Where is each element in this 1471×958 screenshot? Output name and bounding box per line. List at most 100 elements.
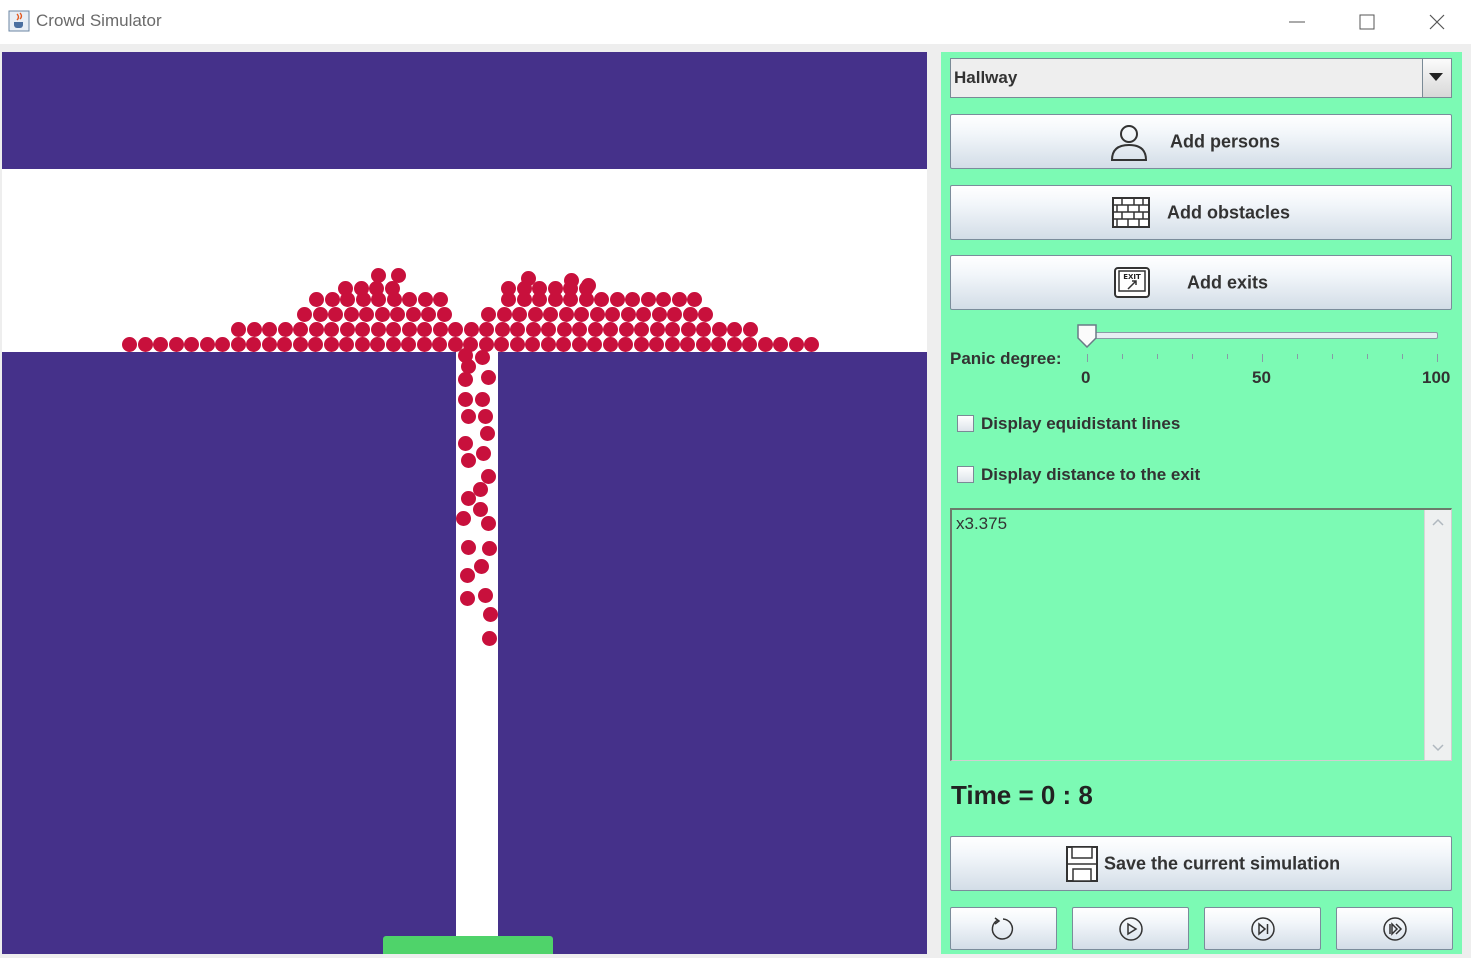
person-agent: [456, 511, 471, 526]
equidistant-lines-label[interactable]: Display equidistant lines: [981, 414, 1180, 434]
person-agent: [587, 337, 602, 352]
floppy-disk-icon: [1066, 846, 1098, 882]
person-agent: [416, 337, 432, 352]
log-text: x3.375: [956, 514, 1008, 533]
log-scrollbar[interactable]: [1424, 510, 1451, 760]
person-agent: [405, 307, 421, 322]
panic-slider-tick: [1367, 354, 1368, 359]
person-agent: [478, 588, 493, 603]
person-agent: [609, 292, 625, 307]
save-simulation-label: Save the current simulation: [1104, 853, 1341, 873]
scroll-up-icon[interactable]: [1432, 518, 1444, 526]
person-agent: [461, 453, 476, 468]
distance-to-exit-checkbox[interactable]: [957, 466, 974, 483]
person-agent: [277, 322, 293, 337]
person-agent: [618, 322, 634, 337]
close-button[interactable]: [1401, 0, 1471, 44]
person-agent: [636, 307, 651, 322]
svg-text:EXIT: EXIT: [1123, 273, 1141, 281]
person-agent: [547, 281, 563, 296]
panic-tick-label-max: 100: [1422, 368, 1451, 387]
person-agent: [137, 337, 153, 352]
person-icon: [1110, 125, 1148, 161]
person-agent: [421, 307, 436, 322]
scenario-select[interactable]: Hallway: [950, 58, 1452, 98]
person-agent: [339, 337, 354, 352]
play-button[interactable]: [1072, 907, 1189, 950]
person-agent: [359, 307, 374, 322]
exit-zone: [383, 936, 553, 954]
person-agent: [587, 322, 603, 337]
person-agent: [474, 559, 489, 574]
person-agent: [649, 337, 664, 352]
person-agent: [618, 337, 633, 352]
person-agent: [246, 322, 262, 337]
panic-slider-tick: [1297, 354, 1298, 359]
person-agent: [374, 307, 390, 322]
title-bar: Crowd Simulator: [0, 0, 1471, 44]
simulation-canvas[interactable]: [2, 52, 927, 954]
person-agent: [475, 350, 490, 365]
person-agent: [788, 337, 804, 352]
person-agent: [354, 337, 370, 352]
person-agent: [574, 307, 589, 322]
fast-forward-icon: [1383, 917, 1407, 941]
save-simulation-button[interactable]: Save the current simulation: [950, 836, 1452, 891]
person-agent: [481, 516, 496, 531]
person-agent: [343, 307, 359, 322]
reset-button[interactable]: [950, 907, 1057, 950]
person-agent: [525, 322, 541, 337]
step-forward-button[interactable]: [1204, 907, 1321, 950]
add-exits-button[interactable]: EXIT Add exits: [950, 255, 1452, 310]
maximize-button[interactable]: [1331, 0, 1401, 44]
equidistant-lines-checkbox[interactable]: [957, 415, 974, 432]
distance-to-exit-label[interactable]: Display distance to the exit: [981, 465, 1200, 485]
person-agent: [558, 307, 574, 322]
person-agent: [571, 337, 587, 352]
play-icon: [1119, 917, 1143, 941]
person-agent: [572, 322, 587, 337]
add-obstacles-button[interactable]: Add obstacles: [950, 185, 1452, 240]
person-agent: [292, 337, 308, 352]
person-agent: [556, 337, 571, 352]
add-persons-button[interactable]: Add persons: [950, 114, 1452, 169]
person-agent: [625, 292, 640, 307]
panic-slider-thumb[interactable]: [1077, 324, 1097, 348]
person-agent: [605, 307, 620, 322]
person-agent: [482, 631, 497, 646]
person-agent: [184, 337, 199, 352]
person-agent: [312, 307, 328, 322]
person-agent: [634, 322, 649, 337]
add-obstacles-label: Add obstacles: [1167, 202, 1291, 222]
person-agent: [727, 322, 742, 337]
person-agent: [479, 322, 494, 337]
person-agent: [509, 337, 525, 352]
panic-slider-track[interactable]: [1086, 332, 1438, 339]
person-agent: [261, 337, 277, 352]
window-title: Crowd Simulator: [36, 11, 162, 30]
scroll-down-icon[interactable]: [1432, 744, 1444, 752]
minimize-button[interactable]: [1261, 0, 1331, 44]
person-agent: [297, 307, 312, 322]
person-agent: [338, 281, 353, 296]
person-agent: [262, 322, 277, 337]
person-agent: [432, 337, 447, 352]
time-display: Time = 0 : 8: [951, 780, 1093, 810]
person-agent: [473, 502, 488, 517]
person-agent: [309, 292, 324, 307]
person-agent: [633, 337, 649, 352]
person-agent: [649, 322, 665, 337]
person-agent: [541, 322, 556, 337]
fast-forward-button[interactable]: [1336, 907, 1453, 950]
person-agent: [432, 322, 448, 337]
brick-wall-icon: [1112, 197, 1150, 228]
minimize-icon: [1289, 21, 1305, 23]
person-agent: [742, 337, 757, 352]
panic-degree-label: Panic degree:: [950, 349, 1062, 368]
person-agent: [370, 337, 385, 352]
panic-slider-tick: [1192, 354, 1193, 359]
panic-slider-tick: [1122, 354, 1123, 359]
scenario-select-arrow[interactable]: [1422, 59, 1451, 97]
log-textarea[interactable]: x3.375: [950, 508, 1452, 761]
add-persons-label: Add persons: [1170, 131, 1281, 151]
